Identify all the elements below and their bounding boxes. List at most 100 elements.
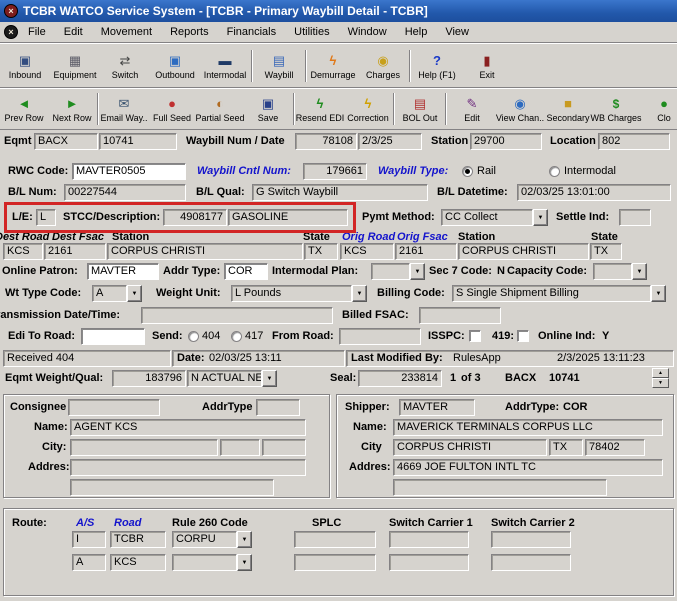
last-modified-by: RulesApp (453, 352, 501, 364)
route-rule260-combo-2[interactable]: ▼ (172, 554, 252, 571)
waybill-type-intermodal-radio[interactable] (549, 166, 560, 177)
menu-movement[interactable]: Movement (93, 24, 160, 40)
toolbar-resend-edi-button[interactable]: ϟ Resend EDI (296, 89, 345, 129)
online-patron-input[interactable]: MAVTER (87, 263, 159, 280)
route-splc-field-2 (294, 554, 376, 571)
send-417-radio[interactable] (231, 331, 242, 342)
titlebar[interactable]: × TCBR WATCO Service System - [TCBR - Pr… (0, 0, 677, 22)
correction-icon: ϟ (364, 96, 372, 111)
chevron-down-icon[interactable]: ▼ (632, 263, 647, 280)
consignee-address1-field (70, 459, 306, 476)
consignee-address2-field (70, 479, 274, 496)
menu-view[interactable]: View (437, 24, 477, 40)
weight-unit-combo[interactable]: L Pounds ▼ (231, 285, 367, 302)
toolbar-intermodal-button[interactable]: ▬ Intermodal (200, 44, 250, 87)
toolbar-edit-button[interactable]: ✎ Edit (448, 89, 496, 129)
chevron-down-icon[interactable]: ▼ (533, 209, 548, 226)
intermodal-plan-combo[interactable]: ▼ (371, 263, 425, 280)
toolbar-waybill-button[interactable]: ▤ Waybill (254, 44, 304, 87)
edi-to-road-label: Edi To Road: (8, 330, 76, 342)
wt-type-code-combo[interactable]: A ▼ (92, 285, 142, 302)
email-icon: ✉ (118, 96, 130, 111)
chevron-down-icon[interactable]: ▼ (262, 370, 277, 387)
menu-window[interactable]: Window (340, 24, 395, 40)
toolbar-inbound-button[interactable]: ▣ Inbound (0, 44, 50, 87)
sec7-code-value: N (497, 265, 505, 277)
menu-help[interactable]: Help (397, 24, 436, 40)
chevron-down-icon[interactable]: ▼ (237, 531, 252, 548)
stcc-code-field: 4908177 (163, 209, 227, 226)
menu-edit[interactable]: Edit (56, 24, 91, 40)
intermodal-plan-value (371, 263, 410, 280)
toolbar-bol-out-button[interactable]: ▤ BOL Out (396, 89, 444, 129)
eqmt-initial-field: BACX (34, 133, 98, 150)
menu-financials[interactable]: Financials (219, 24, 285, 40)
shipper-address1-field: 4669 JOE FULTON INTL TC (393, 459, 663, 476)
toolbar-view-changes-button[interactable]: ◉ View Chan.. (496, 89, 544, 129)
toolbar-next-row-button[interactable]: ► Next Row (48, 89, 96, 129)
weight-qual-value: N ACTUAL NET (187, 370, 262, 387)
route-rule260-combo-1[interactable]: CORPU ▼ (172, 531, 252, 548)
toolbar-correction-button[interactable]: ϟ Correction (344, 89, 392, 129)
isspc-checkbox[interactable] (469, 330, 481, 342)
chevron-down-icon[interactable]: ▼ (237, 554, 252, 571)
shipper-city-field: CORPUS CHRISTI (393, 439, 547, 456)
capacity-code-combo[interactable]: ▼ (593, 263, 647, 280)
toolbar-switch-button[interactable]: ⇄ Switch (100, 44, 150, 87)
weight-qual-combo[interactable]: N ACTUAL NET ▼ (187, 370, 277, 387)
addr-type-input[interactable]: COR (224, 263, 268, 280)
menu-reports[interactable]: Reports (162, 24, 217, 40)
waybill-num-date-label: Waybill Num / Date (186, 135, 285, 147)
bl-num-field: 00227544 (64, 184, 186, 201)
rwc-code-input[interactable]: MAVTER0505 (72, 163, 186, 180)
seal-spinner-up[interactable]: ▲ (652, 368, 669, 378)
route-sw2-field-2 (491, 554, 571, 571)
dest-fsac-field: 2161 (44, 243, 106, 260)
edi-to-road-input[interactable] (81, 328, 145, 345)
form-menu-icon[interactable]: × (4, 25, 18, 39)
consignee-name-label: Name: (34, 421, 68, 433)
toolbar-demurrage-button[interactable]: ϟ Demurrage (308, 44, 358, 87)
shipper-addr-type-value: COR (563, 401, 588, 413)
intermodal-radio-label: Intermodal (564, 165, 616, 177)
menu-utilities[interactable]: Utilities (286, 24, 337, 40)
toolbar-save-button[interactable]: ▣ Save (244, 89, 292, 129)
chevron-down-icon[interactable]: ▼ (651, 285, 666, 302)
toolbar-wb-charges-button[interactable]: $ WB Charges (590, 89, 641, 129)
billing-code-combo[interactable]: S Single Shipment Billing ▼ (452, 285, 666, 302)
bl-datetime-field: 02/03/25 13:01:00 (517, 184, 671, 201)
outbound-icon: ▣ (168, 52, 182, 68)
toolbar-prev-row-button[interactable]: ◄ Prev Row (0, 89, 48, 129)
consignee-name-field: AGENT KCS (70, 419, 306, 436)
pymt-method-combo[interactable]: CC Collect ▼ (441, 209, 548, 226)
toolbar-outbound-button[interactable]: ▣ Outbound (150, 44, 200, 87)
toolbar-charges-button[interactable]: ◉ Charges (358, 44, 408, 87)
app-icon[interactable]: × (4, 4, 18, 18)
menu-file[interactable]: File (20, 24, 54, 40)
stcc-label: STCC/Description: (63, 211, 161, 223)
toolbar-full-seed-button[interactable]: ● Full Seed (148, 89, 196, 129)
toolbar-secondary-button[interactable]: ■ Secondary (544, 89, 592, 129)
toolbar-partial-seed-button[interactable]: ◐ Partial Seed (195, 89, 244, 129)
send-404-radio[interactable] (188, 331, 199, 342)
route-as-field-1: I (72, 531, 106, 548)
toolbar-separator (293, 93, 295, 125)
toolbar-equipment-button[interactable]: ▦ Equipment (50, 44, 100, 87)
toolbar-help-button[interactable]: ? Help (F1) (412, 44, 462, 87)
waybill-type-rail-radio[interactable] (462, 166, 473, 177)
chevron-down-icon[interactable]: ▼ (410, 263, 425, 280)
window-title: TCBR WATCO Service System - [TCBR - Prim… (23, 4, 428, 18)
seal-spinner-down[interactable]: ▼ (652, 378, 669, 388)
toolbar-email-waybill-button[interactable]: ✉ Email Way.. (100, 89, 148, 129)
chevron-down-icon[interactable]: ▼ (352, 285, 367, 302)
secondary-icon: ■ (564, 96, 572, 111)
waybill-num-field: 78108 (295, 133, 357, 150)
route-sw2-label: Switch Carrier 2 (491, 517, 575, 529)
r419-checkbox[interactable] (517, 330, 529, 342)
stcc-desc-field: GASOLINE (228, 209, 348, 226)
waybill-type-label: Waybill Type: (378, 165, 449, 177)
toolbar-close-button[interactable]: ● Clo (640, 89, 677, 129)
partial-seed-icon: ◐ (216, 96, 224, 111)
toolbar-exit-button[interactable]: ▮ Exit (462, 44, 512, 87)
chevron-down-icon[interactable]: ▼ (127, 285, 142, 302)
